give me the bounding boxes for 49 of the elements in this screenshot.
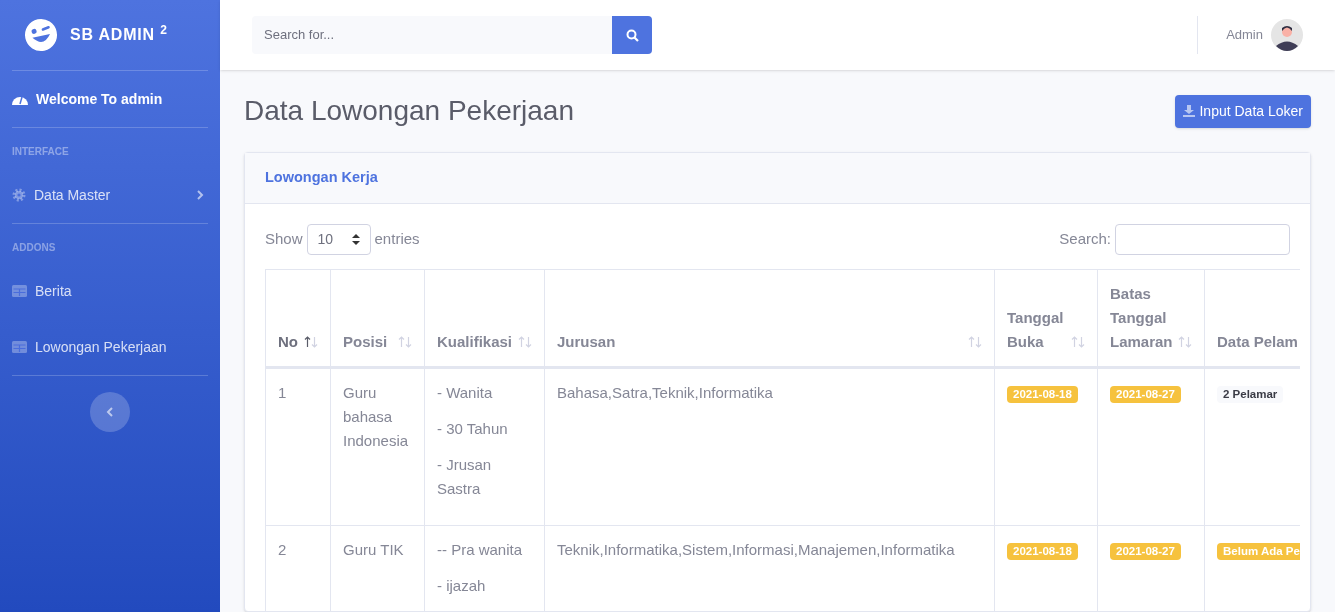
gear-icon [12, 188, 26, 202]
qualification-item: - Jrusan Sastra [437, 454, 493, 499]
table-cell-text: Teknik,Informatika,Sistem,Informasi,Manajemen,Informatika [557, 539, 956, 560]
qualification-item: -- Pra wanita [437, 539, 524, 560]
select-caret-icon [351, 233, 360, 245]
sidebar-item[interactable]: Welcome To admin [12, 71, 208, 127]
sidebar-heading: INTERFACE [12, 127, 208, 167]
sidebar-item[interactable]: Berita [12, 263, 208, 319]
qualification-item: - Wanita [437, 382, 494, 403]
table-icon [12, 341, 27, 353]
table-cell-text: 1 [278, 382, 288, 403]
search-button[interactable] [612, 16, 652, 54]
avatar-icon[interactable] [1271, 19, 1303, 51]
badge: 2021-08-27 [1110, 385, 1181, 403]
badge: 2 Pelamar [1217, 385, 1284, 403]
table-cell-text: Bahasa,Satra,Teknik,Informatika [557, 382, 774, 403]
search-icon [625, 28, 639, 42]
entries-label: entries [374, 229, 420, 249]
table-icon [12, 285, 27, 297]
column-header[interactable]: Jurusan [557, 329, 616, 354]
input-data-button[interactable]: Input Data Loker [1175, 94, 1311, 128]
badge: 2021-08-18 [1007, 385, 1078, 403]
qualification-item: - 30 Tahun [437, 418, 509, 439]
show-label: Show [265, 229, 303, 249]
search-label: Search: [1059, 229, 1111, 249]
sort-icon[interactable] [304, 335, 318, 348]
table-cell-text: Guru TIK [343, 539, 405, 560]
badge: 2021-08-27 [1110, 542, 1181, 560]
qualification-item: - ijazah [437, 575, 487, 596]
column-header[interactable]: Kualifikasi [437, 329, 513, 354]
table-cell-text: Guru bahasa Indonesia [343, 382, 410, 451]
user-name[interactable]: Admin [1226, 25, 1263, 45]
search-field[interactable]: Search for... [252, 16, 612, 54]
column-header[interactable]: No [278, 329, 298, 354]
sidebar-item[interactable]: Lowongan Pekerjaan [12, 319, 208, 375]
sidebar-toggle-button[interactable] [90, 392, 130, 432]
badge: 2021-08-18 [1007, 542, 1078, 560]
badge: Belum Ada Pe [1217, 542, 1300, 560]
table-cell-text: 2 [278, 539, 288, 560]
page-title: Data Lowongan Pekerjaan [244, 94, 574, 128]
sidebar-item[interactable]: Data Master [12, 167, 208, 223]
table-search-field[interactable] [1115, 223, 1290, 255]
sidebar-heading: ADDONS [12, 223, 208, 263]
chevron-left-icon [106, 407, 114, 417]
brand-name[interactable]: SB ADMIN $^{2}$ [70, 23, 168, 47]
download-icon [1183, 105, 1196, 117]
column-header[interactable]: Posisi [343, 329, 388, 354]
page-size-select[interactable]: 10 [306, 223, 371, 255]
card-title: Lowongan Kerja [265, 168, 379, 187]
